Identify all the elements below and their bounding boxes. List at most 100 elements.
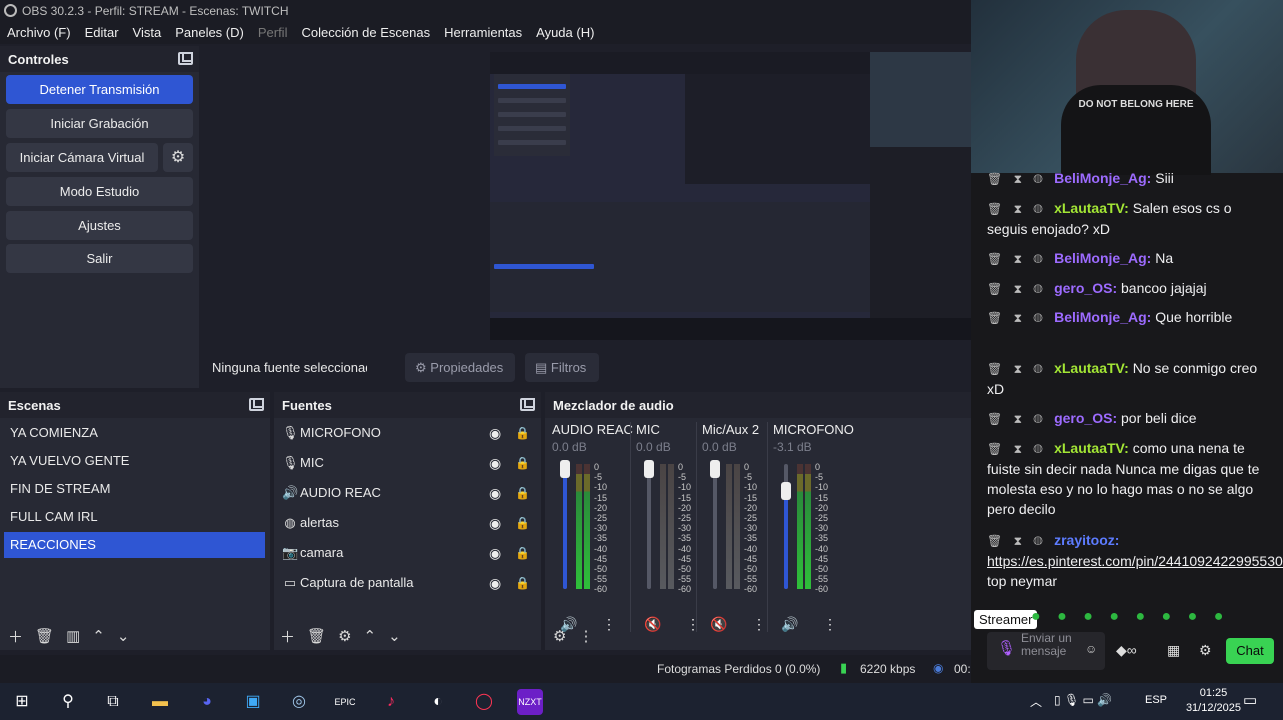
- chat-username[interactable]: BeliMonje_Ag: [1054, 170, 1147, 186]
- filters-button[interactable]: ▤ Filtros: [525, 353, 599, 382]
- mod-badges-icon[interactable]: 🗑 ⧗ ◍: [987, 362, 1054, 376]
- lock-icon[interactable]: 🔒: [515, 570, 530, 596]
- microphone-icon[interactable]: 🎙: [997, 641, 1016, 656]
- system-clock[interactable]: 01:25 31/12/2025: [1186, 686, 1241, 716]
- properties-button[interactable]: ⚙ Propiedades: [405, 353, 515, 382]
- channel-menu-icon[interactable]: ⋮: [602, 616, 616, 633]
- obs-icon[interactable]: ◐: [425, 689, 451, 715]
- mod-badges-icon[interactable]: 🗑 ⧗ ◍: [987, 172, 1054, 186]
- mod-badges-icon[interactable]: 🗑 ⧗ ◍: [987, 252, 1054, 266]
- menu-vista[interactable]: Vista: [126, 22, 169, 44]
- volume-slider-handle[interactable]: [560, 460, 570, 478]
- menu-archivo[interactable]: Archivo (F): [0, 22, 78, 44]
- scene-item[interactable]: FIN DE STREAM: [4, 476, 265, 502]
- menu-editar[interactable]: Editar: [78, 22, 126, 44]
- lock-icon[interactable]: 🔒: [515, 510, 530, 536]
- volume-slider-handle[interactable]: [781, 482, 791, 500]
- studio-mode-button[interactable]: Modo Estudio: [6, 177, 193, 206]
- muted-speaker-icon[interactable]: 🔇: [644, 616, 661, 633]
- source-item[interactable]: 🔊 AUDIO REAC ◉ 🔒: [282, 480, 537, 506]
- tray-icons[interactable]: ▯ 🎙 ▭ 🔊: [1054, 693, 1112, 707]
- chat-username[interactable]: zrayitooz: [1054, 532, 1115, 548]
- discord-icon[interactable]: ◕: [194, 689, 220, 715]
- language-indicator[interactable]: ESP: [1145, 694, 1167, 706]
- move-down-icon[interactable]: ⌄: [117, 627, 130, 645]
- remove-scene-icon[interactable]: 🗑: [35, 627, 54, 645]
- visibility-eye-icon[interactable]: ◉: [489, 450, 501, 476]
- mod-badges-icon[interactable]: 🗑 ⧗ ◍: [987, 311, 1054, 325]
- lock-icon[interactable]: 🔒: [515, 540, 530, 566]
- speaker-icon[interactable]: 🔊: [781, 616, 798, 633]
- menu-paneles[interactable]: Paneles (D): [168, 22, 251, 44]
- menu-ayuda[interactable]: Ayuda (H): [529, 22, 601, 44]
- lock-icon[interactable]: 🔒: [515, 420, 530, 446]
- menu-perfil[interactable]: Perfil: [251, 22, 295, 44]
- chat-username[interactable]: gero_OS: [1054, 280, 1112, 296]
- channel-menu-icon[interactable]: ⋮: [686, 616, 700, 633]
- move-down-icon[interactable]: ⌄: [388, 627, 401, 645]
- mod-badges-icon[interactable]: 🗑 ⧗ ◍: [987, 282, 1054, 296]
- scene-item[interactable]: YA VUELVO GENTE: [4, 448, 265, 474]
- scene-filters-icon[interactable]: ▥: [66, 627, 80, 645]
- chat-username[interactable]: xLautaaTV: [1054, 200, 1124, 216]
- visibility-eye-icon[interactable]: ◉: [489, 420, 501, 446]
- scene-item[interactable]: FULL CAM IRL: [4, 504, 265, 530]
- scene-item[interactable]: YA COMIENZA: [4, 420, 265, 446]
- source-properties-gear-icon[interactable]: ⚙: [338, 627, 351, 645]
- undock-icon[interactable]: [249, 398, 264, 411]
- steam-icon[interactable]: ◎: [286, 689, 312, 715]
- channel-menu-icon[interactable]: ⋮: [752, 616, 766, 633]
- menu-coleccion-escenas[interactable]: Colección de Escenas: [294, 22, 437, 44]
- source-item[interactable]: ▭ Captura de pantalla ◉ 🔒: [282, 570, 537, 596]
- chat-username[interactable]: BeliMonje_Ag: [1054, 250, 1147, 266]
- mod-badges-icon[interactable]: 🗑 ⧗ ◍: [987, 202, 1054, 216]
- channel-menu-icon[interactable]: ⋮: [823, 616, 837, 633]
- lock-icon[interactable]: 🔒: [515, 450, 530, 476]
- settings-button[interactable]: Ajustes: [6, 211, 193, 240]
- mod-badges-icon[interactable]: 🗑 ⧗ ◍: [987, 442, 1054, 456]
- nzxt-icon[interactable]: NZXT: [517, 689, 543, 715]
- chat-link[interactable]: https://es.pinterest.com/pin/24410924229…: [987, 553, 1283, 569]
- start-recording-button[interactable]: Iniciar Grabación: [6, 109, 193, 138]
- volume-slider-handle[interactable]: [644, 460, 654, 478]
- store-icon[interactable]: ▣: [240, 689, 266, 715]
- bits-icon[interactable]: ◆∞: [1116, 642, 1137, 659]
- source-item[interactable]: 🎙MIC ◉ 🔒: [282, 450, 537, 476]
- undock-icon[interactable]: [520, 398, 535, 411]
- chat-username[interactable]: BeliMonje_Ag: [1054, 309, 1147, 325]
- opera-gx-icon[interactable]: ◯: [471, 689, 497, 715]
- preview-canvas[interactable]: [490, 52, 971, 340]
- stop-stream-button[interactable]: Detener Transmisión: [6, 75, 193, 104]
- muted-speaker-icon[interactable]: 🔇: [710, 616, 727, 633]
- lock-icon[interactable]: 🔒: [515, 480, 530, 506]
- mixer-menu-icon[interactable]: ⋮: [578, 627, 593, 645]
- windows-start-icon[interactable]: ⊞: [9, 689, 35, 715]
- exit-button[interactable]: Salir: [6, 244, 193, 273]
- source-item[interactable]: 📷 camara ◉ 🔒: [282, 540, 537, 566]
- notifications-icon[interactable]: ▭: [1243, 691, 1257, 709]
- search-icon[interactable]: ⚲: [55, 689, 81, 715]
- chat-send-button[interactable]: Chat: [1226, 638, 1274, 664]
- tiktok-icon[interactable]: ♪: [378, 689, 404, 715]
- store-icon[interactable]: ▦: [1167, 642, 1180, 659]
- file-explorer-icon[interactable]: ▬: [147, 689, 173, 715]
- add-source-icon[interactable]: ＋: [280, 626, 295, 647]
- task-view-icon[interactable]: ⧉: [100, 689, 126, 715]
- scene-item-selected[interactable]: REACCIONES: [4, 532, 265, 558]
- undock-icon[interactable]: [178, 52, 193, 65]
- menu-herramientas[interactable]: Herramientas: [437, 22, 529, 44]
- start-virtual-camera-button[interactable]: Iniciar Cámara Virtual: [6, 143, 158, 172]
- mod-badges-icon[interactable]: 🗑 ⧗ ◍: [987, 412, 1054, 426]
- mod-badges-icon[interactable]: 🗑 ⧗ ◍: [987, 534, 1054, 548]
- chat-input[interactable]: 🎙 Enviar un mensaje ☺: [987, 632, 1105, 670]
- epic-games-icon[interactable]: EPIC: [332, 689, 358, 715]
- volume-slider-handle[interactable]: [710, 460, 720, 478]
- add-scene-icon[interactable]: ＋: [8, 626, 23, 647]
- source-item[interactable]: ◍ alertas ◉ 🔒: [282, 510, 537, 536]
- visibility-eye-icon[interactable]: ◉: [489, 480, 501, 506]
- source-item[interactable]: 🎙MICROFONO ◉ 🔒: [282, 420, 537, 446]
- visibility-eye-icon[interactable]: ◉: [489, 540, 501, 566]
- remove-source-icon[interactable]: 🗑: [307, 627, 326, 645]
- emoji-icon[interactable]: ☺: [1085, 643, 1097, 656]
- chat-username[interactable]: xLautaaTV: [1054, 440, 1124, 456]
